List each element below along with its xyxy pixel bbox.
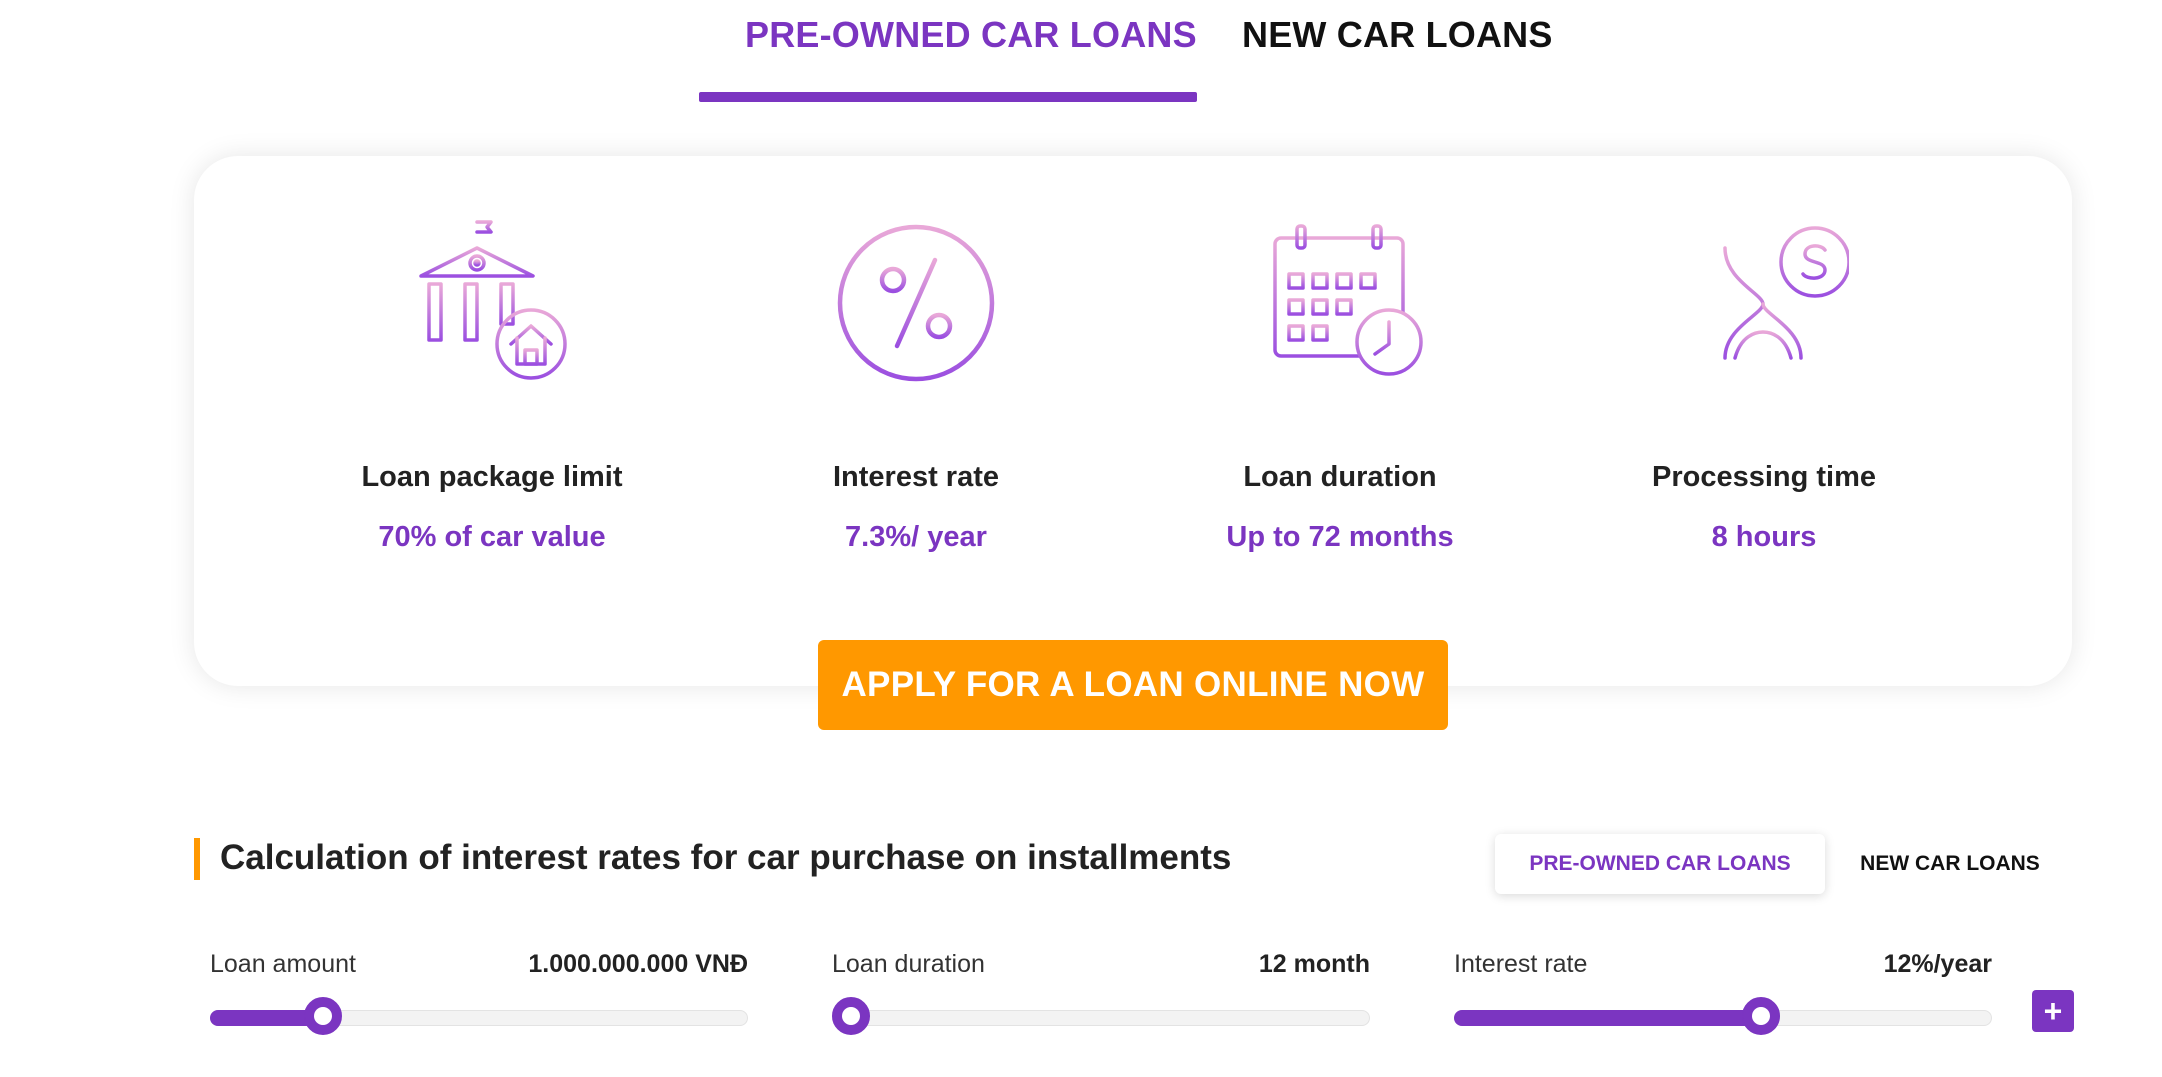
- feature-title: Loan duration: [1243, 461, 1437, 493]
- slider-value: 12%/year: [1883, 950, 1992, 978]
- feature-title: Processing time: [1651, 461, 1877, 493]
- apply-loan-online-button[interactable]: APPLY FOR A LOAN ONLINE NOW: [818, 640, 1448, 730]
- calc-tab-new-car-loans[interactable]: NEW CAR LOANS: [1840, 834, 2060, 894]
- bank-house-icon: [407, 218, 577, 388]
- loan-amount-slider: Loan amount 1.000.000.000 VNĐ: [210, 950, 748, 1035]
- percent-icon: [831, 218, 1001, 388]
- slider-label: Loan duration: [832, 950, 985, 978]
- feature-value: 70% of car value: [378, 521, 606, 553]
- slider-thumb[interactable]: [832, 997, 870, 1035]
- calendar-clock-icon: [1255, 218, 1425, 388]
- feature-value: 7.3%/ year: [845, 521, 987, 553]
- slider-track[interactable]: [832, 1010, 1370, 1026]
- loan-features-card: Loan package limit 70% of car value Inte…: [194, 156, 2072, 686]
- slider-thumb[interactable]: [303, 997, 342, 1035]
- feature-value: 8 hours: [1711, 521, 1817, 553]
- feature-value: Up to 72 months: [1226, 521, 1454, 553]
- slider-label: Interest rate: [1454, 950, 1588, 978]
- slider-label: Loan amount: [210, 950, 356, 978]
- active-tab-underline: [699, 92, 1197, 102]
- calc-tab-pre-owned-car-loans[interactable]: PRE-OWNED CAR LOANS: [1495, 834, 1825, 894]
- slider-thumb[interactable]: [1741, 997, 1780, 1035]
- feature-title: Interest rate: [832, 461, 999, 493]
- slider-value: 1.000.000.000 VNĐ: [528, 950, 748, 978]
- section-accent-bar: [194, 838, 200, 880]
- feature-title: Loan package limit: [361, 461, 623, 493]
- loan-duration-slider: Loan duration 12 month: [832, 950, 1370, 1035]
- slider-fill: [1454, 1010, 1761, 1026]
- plus-button[interactable]: +: [2032, 990, 2074, 1032]
- tab-new-car-loans[interactable]: NEW CAR LOANS: [1242, 14, 1553, 56]
- calculator-title: Calculation of interest rates for car pu…: [220, 838, 1232, 877]
- plus-icon: +: [2043, 992, 2063, 1029]
- tab-pre-owned-car-loans[interactable]: PRE-OWNED CAR LOANS: [745, 14, 1197, 56]
- slider-value: 12 month: [1258, 950, 1370, 978]
- hourglass-dollar-icon: [1679, 218, 1851, 388]
- interest-rate-slider: Interest rate 12%/year: [1454, 950, 1992, 1035]
